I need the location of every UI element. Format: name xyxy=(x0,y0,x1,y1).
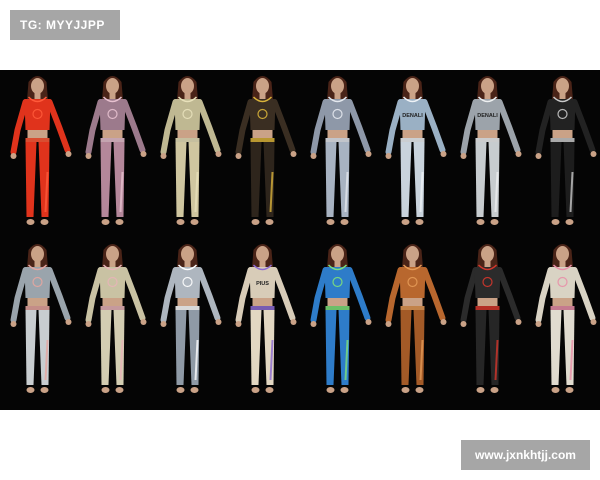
outfit-figure xyxy=(10,76,72,225)
outfit-figure xyxy=(85,76,147,225)
outfit-preview-grid: DENALI DENALI PIUS xyxy=(0,70,600,410)
outfit-figure xyxy=(160,244,222,393)
outfit-figure xyxy=(160,76,222,225)
outfit-figure xyxy=(10,244,72,393)
svg-text:PIUS: PIUS xyxy=(256,281,269,287)
outfit-figure xyxy=(535,76,597,225)
outfit-grid-image: DENALI DENALI PIUS xyxy=(10,76,597,393)
outfit-figure xyxy=(310,76,372,225)
outfit-figure xyxy=(460,244,522,393)
watermark-top: TG: MYYJJPP xyxy=(10,10,120,40)
outfit-figure: PIUS xyxy=(235,244,297,393)
watermark-bottom: www.jxnkhtjj.com xyxy=(461,440,590,470)
watermark-bottom-text: www.jxnkhtjj.com xyxy=(475,448,576,462)
outfit-figure xyxy=(310,244,372,393)
outfit-figure xyxy=(235,76,297,225)
outfit-figure xyxy=(535,244,597,393)
watermark-top-text: TG: MYYJJPP xyxy=(20,18,105,32)
svg-text:DENALI: DENALI xyxy=(402,113,423,119)
outfit-figure xyxy=(85,244,147,393)
outfit-figure: DENALI xyxy=(385,76,447,225)
outfit-figure xyxy=(385,244,447,393)
svg-text:DENALI: DENALI xyxy=(477,113,498,119)
outfit-figure: DENALI xyxy=(460,76,522,225)
